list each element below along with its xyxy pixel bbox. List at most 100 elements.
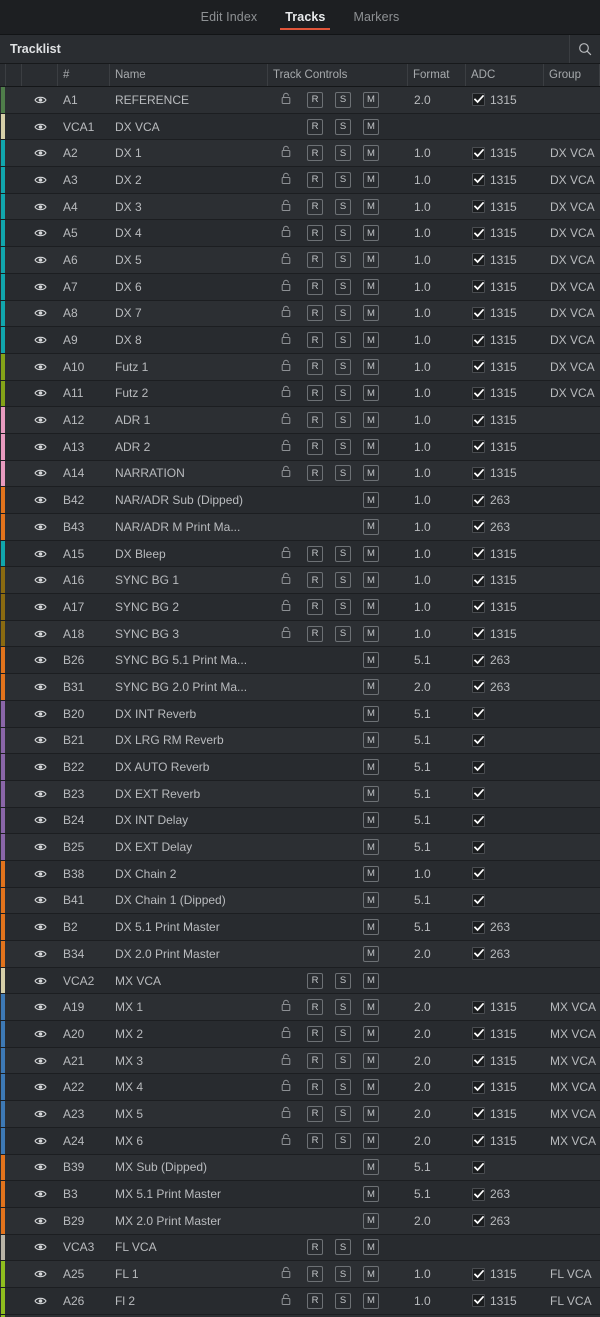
lock-icon[interactable] (281, 626, 291, 641)
table-row[interactable]: A3 DX 2 R S M 1.0 1315 DX VCA (0, 167, 600, 194)
record-arm-button[interactable]: R (307, 118, 323, 135)
eye-icon[interactable] (22, 621, 58, 647)
eye-icon[interactable] (22, 167, 58, 193)
adc-checkbox[interactable] (472, 200, 485, 214)
adc-checkbox[interactable] (472, 893, 485, 907)
adc-checkbox[interactable] (472, 680, 485, 694)
eye-icon[interactable] (22, 1235, 58, 1261)
record-arm-button[interactable]: R (307, 171, 323, 188)
record-arm-button[interactable]: R (307, 1079, 323, 1096)
track-name[interactable]: FL VCA (110, 1235, 268, 1261)
adc-checkbox[interactable] (472, 360, 485, 374)
table-row[interactable]: B2 DX 5.1 Print Master M 5.1 263 (0, 914, 600, 941)
eye-icon[interactable] (22, 487, 58, 513)
lock-icon[interactable] (281, 599, 291, 614)
track-group[interactable] (544, 1235, 600, 1261)
track-group[interactable] (544, 434, 600, 460)
adc-checkbox[interactable] (472, 440, 485, 454)
eye-icon[interactable] (22, 888, 58, 914)
eye-icon[interactable] (22, 781, 58, 807)
record-arm-button[interactable]: R (307, 572, 323, 589)
track-name[interactable]: DX 5 (110, 247, 268, 273)
track-name[interactable]: DX 1 (110, 140, 268, 166)
mute-button[interactable]: M (363, 812, 379, 829)
track-group[interactable] (544, 941, 600, 967)
mute-button[interactable]: M (363, 91, 379, 108)
table-row[interactable]: A13 ADR 2 R S M 1.0 1315 (0, 433, 600, 461)
table-row[interactable]: A12 ADR 1 R S M 1.0 1315 (0, 407, 600, 434)
adc-checkbox[interactable] (472, 840, 485, 854)
record-arm-button[interactable]: R (307, 332, 323, 349)
mute-button[interactable]: M (363, 465, 379, 482)
track-name[interactable]: DX Chain 1 (Dipped) (110, 888, 268, 914)
solo-button[interactable]: S (335, 438, 351, 455)
adc-checkbox[interactable] (472, 386, 485, 400)
track-group[interactable] (544, 861, 600, 887)
record-arm-button[interactable]: R (307, 145, 323, 162)
table-row[interactable]: B31 SYNC BG 2.0 Print Ma... M 2.0 263 (0, 674, 600, 701)
lock-icon[interactable] (281, 546, 291, 561)
eye-icon[interactable] (22, 381, 58, 407)
track-group[interactable] (544, 1208, 600, 1234)
track-group[interactable]: MX VCA (544, 994, 600, 1020)
solo-button[interactable]: S (335, 171, 351, 188)
adc-checkbox[interactable] (472, 93, 485, 107)
mute-button[interactable]: M (363, 251, 379, 268)
adc-checkbox[interactable] (472, 1080, 485, 1094)
solo-button[interactable]: S (335, 465, 351, 482)
track-group[interactable] (544, 621, 600, 647)
adc-checkbox[interactable] (472, 600, 485, 614)
eye-icon[interactable] (22, 220, 58, 246)
solo-button[interactable]: S (335, 1079, 351, 1096)
eye-icon[interactable] (22, 914, 58, 940)
tab-tracks[interactable]: Tracks (271, 0, 339, 34)
record-arm-button[interactable]: R (307, 278, 323, 295)
eye-icon[interactable] (22, 1021, 58, 1047)
track-name[interactable]: SYNC BG 1 (110, 567, 268, 593)
eye-icon[interactable] (22, 140, 58, 166)
track-name[interactable]: Futz 1 (110, 354, 268, 380)
mute-button[interactable]: M (363, 145, 379, 162)
track-name[interactable]: FL 1 (110, 1261, 268, 1287)
track-name[interactable]: MX 1 (110, 994, 268, 1020)
mute-button[interactable]: M (363, 652, 379, 669)
lock-icon[interactable] (281, 573, 291, 588)
mute-button[interactable]: M (363, 1159, 379, 1176)
table-row[interactable]: A19 MX 1 R S M 2.0 1315 MX VCA (0, 994, 600, 1022)
eye-icon[interactable] (22, 994, 58, 1020)
eye-icon[interactable] (22, 701, 58, 727)
eye-icon[interactable] (22, 968, 58, 994)
eye-icon[interactable] (22, 754, 58, 780)
solo-button[interactable]: S (335, 545, 351, 562)
solo-button[interactable]: S (335, 332, 351, 349)
lock-icon[interactable] (281, 172, 291, 187)
track-group[interactable]: MX VCA (544, 1128, 600, 1154)
eye-icon[interactable] (22, 1101, 58, 1127)
track-name[interactable]: DX 4 (110, 220, 268, 246)
adc-checkbox[interactable] (472, 920, 485, 934)
eye-icon[interactable] (22, 87, 58, 113)
track-name[interactable]: MX 4 (110, 1074, 268, 1100)
track-name[interactable]: SYNC BG 2 (110, 594, 268, 620)
mute-button[interactable]: M (363, 1079, 379, 1096)
mute-button[interactable]: M (363, 625, 379, 642)
solo-button[interactable]: S (335, 91, 351, 108)
track-name[interactable]: SYNC BG 2.0 Print Ma... (110, 674, 268, 700)
track-group[interactable] (544, 461, 600, 487)
adc-checkbox[interactable] (472, 1267, 485, 1281)
track-name[interactable]: MX 3 (110, 1048, 268, 1074)
track-name[interactable]: MX 2 (110, 1021, 268, 1047)
eye-icon[interactable] (22, 674, 58, 700)
table-row[interactable]: B43 NAR/ADR M Print Ma... M 1.0 263 (0, 514, 600, 541)
record-arm-button[interactable]: R (307, 1052, 323, 1069)
solo-button[interactable]: S (335, 278, 351, 295)
table-row[interactable]: VCA3 FL VCA R S M (0, 1234, 600, 1262)
record-arm-button[interactable]: R (307, 1105, 323, 1122)
track-name[interactable]: NAR/ADR Sub (Dipped) (110, 487, 268, 513)
lock-icon[interactable] (281, 439, 291, 454)
record-arm-button[interactable]: R (307, 91, 323, 108)
solo-button[interactable]: S (335, 412, 351, 429)
table-row[interactable]: B38 DX Chain 2 M 1.0 (0, 860, 600, 888)
eye-icon[interactable] (22, 1048, 58, 1074)
eye-icon[interactable] (22, 434, 58, 460)
